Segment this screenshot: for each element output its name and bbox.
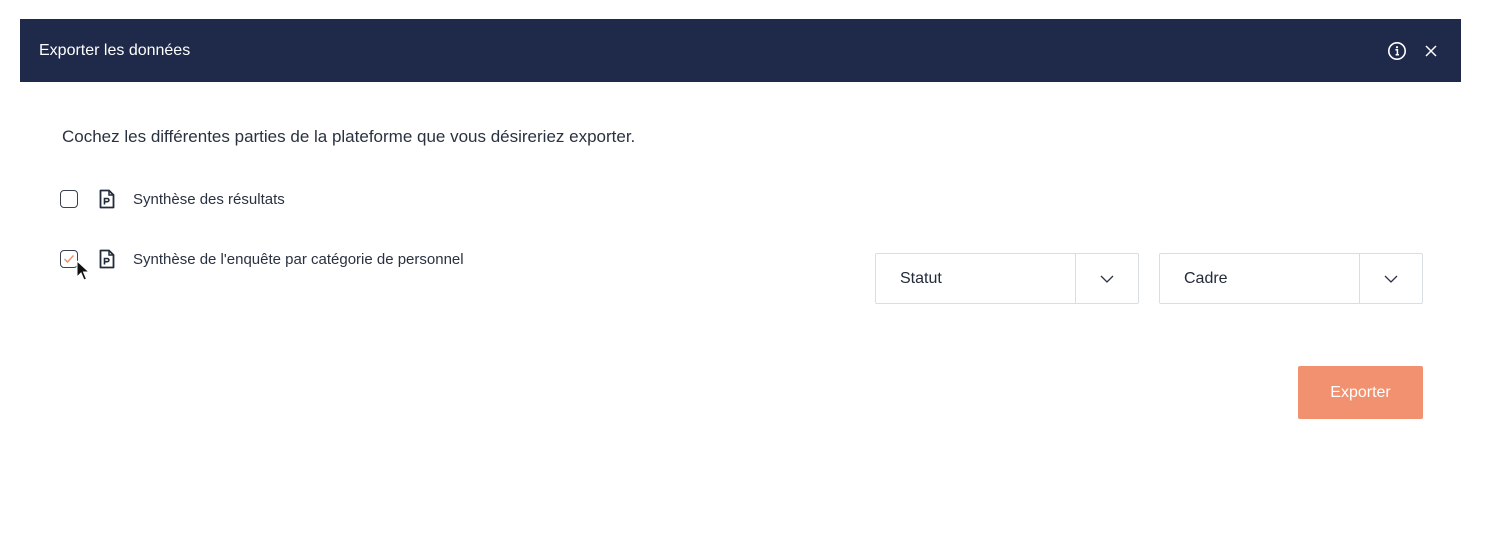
pdf-file-icon <box>98 249 116 269</box>
export-button[interactable]: Exporter <box>1298 366 1423 419</box>
header-actions <box>1386 40 1442 62</box>
option-label: Synthèse de l'enquête par catégorie de p… <box>133 250 464 268</box>
chevron-down-icon[interactable] <box>1075 254 1138 303</box>
export-modal: Exporter les données Cochez les différen… <box>20 19 1461 519</box>
modal-title: Exporter les données <box>39 41 191 59</box>
category-select[interactable]: Statut <box>875 253 1139 304</box>
subcategory-select-value: Cadre <box>1184 269 1228 287</box>
close-icon[interactable] <box>1420 40 1442 62</box>
category-select-value: Statut <box>900 269 942 287</box>
info-icon[interactable] <box>1386 40 1408 62</box>
mouse-cursor-icon <box>76 259 91 287</box>
pdf-file-icon <box>98 189 116 209</box>
export-option-row: Synthèse des résultats <box>60 189 285 209</box>
export-option-row: Synthèse de l'enquête par catégorie de p… <box>60 249 464 269</box>
option-label: Synthèse des résultats <box>133 190 285 208</box>
modal-header: Exporter les données <box>20 19 1461 82</box>
subcategory-select[interactable]: Cadre <box>1159 253 1423 304</box>
checkbox-synthese-resultats[interactable] <box>60 190 78 208</box>
chevron-down-icon[interactable] <box>1359 254 1422 303</box>
intro-text: Cochez les différentes parties de la pla… <box>62 127 636 146</box>
